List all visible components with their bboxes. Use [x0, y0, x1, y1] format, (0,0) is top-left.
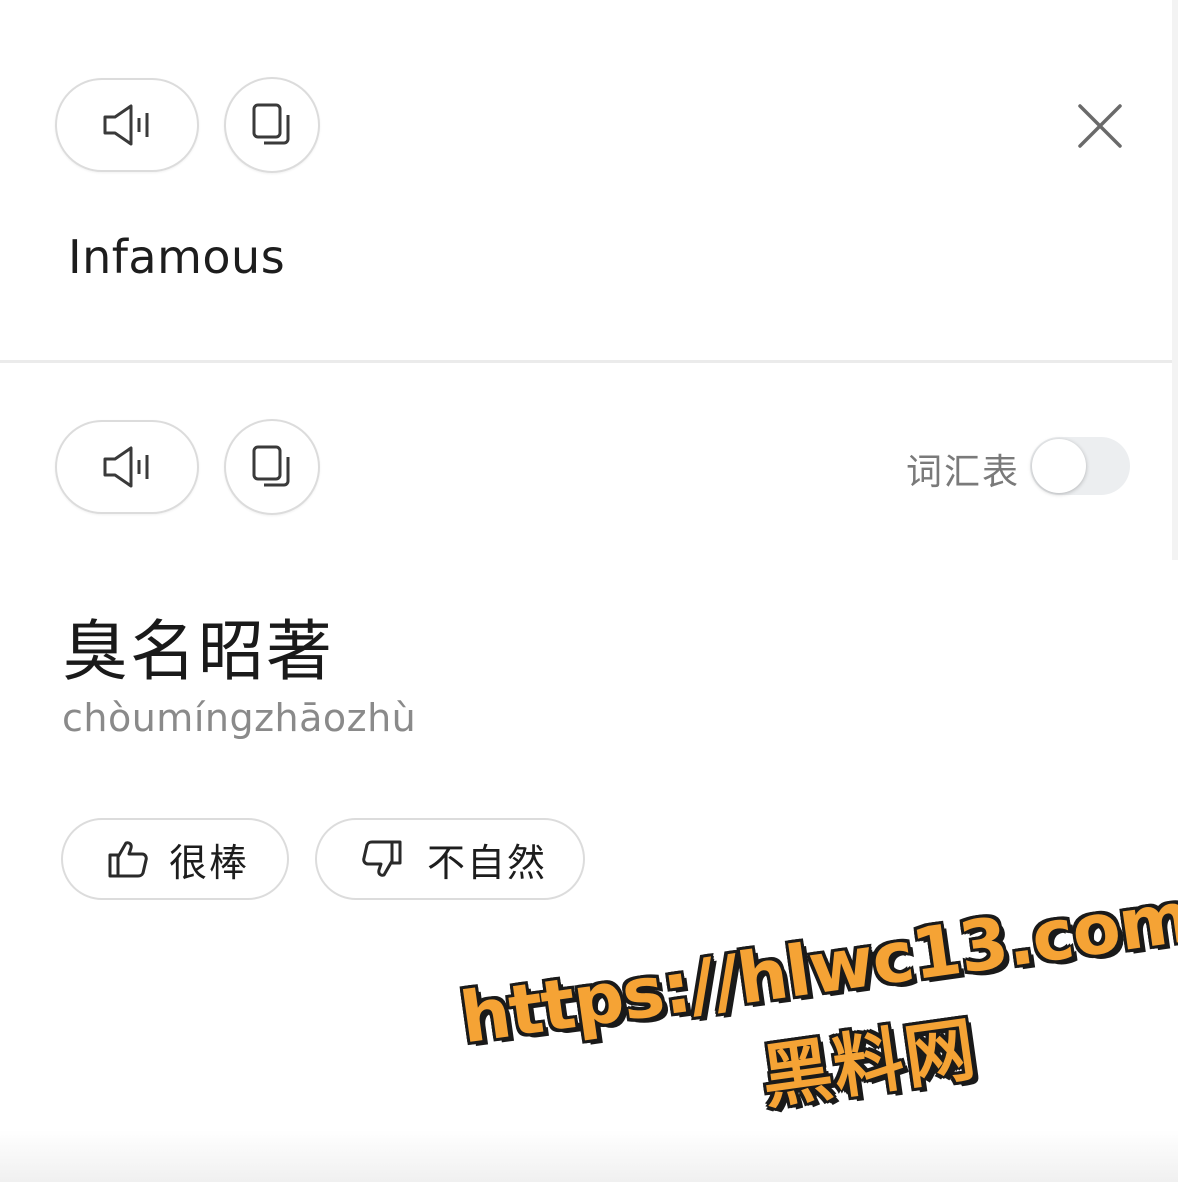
- close-icon: [1072, 98, 1128, 154]
- source-text[interactable]: Infamous: [68, 230, 285, 284]
- speaker-icon: [101, 102, 153, 148]
- source-speak-button[interactable]: [55, 78, 199, 172]
- panel-edge: [1172, 0, 1178, 560]
- feedback-good-button[interactable]: 很棒: [61, 818, 289, 900]
- close-button[interactable]: [1072, 98, 1128, 154]
- pinyin-text: chòumíngzhāozhù: [62, 696, 417, 740]
- toggle-knob: [1032, 439, 1086, 493]
- copy-icon: [250, 443, 294, 491]
- source-copy-button[interactable]: [224, 77, 320, 173]
- section-divider: [0, 360, 1178, 363]
- target-speak-button[interactable]: [55, 420, 199, 514]
- translation-text[interactable]: 臭名昭著: [62, 598, 334, 694]
- target-copy-button[interactable]: [224, 419, 320, 515]
- feedback-bad-button[interactable]: 不自然: [315, 818, 585, 900]
- speaker-icon: [101, 444, 153, 490]
- thumbs-down-icon: [361, 839, 403, 879]
- bottom-fade: [0, 1130, 1178, 1182]
- feedback-good-label: 很棒: [169, 840, 250, 885]
- thumbs-up-icon: [107, 839, 149, 879]
- feedback-bad-label: 不自然: [427, 840, 548, 885]
- vocabulary-label: 词汇表: [906, 452, 1021, 493]
- copy-icon: [250, 101, 294, 149]
- vocabulary-toggle[interactable]: [1030, 437, 1130, 495]
